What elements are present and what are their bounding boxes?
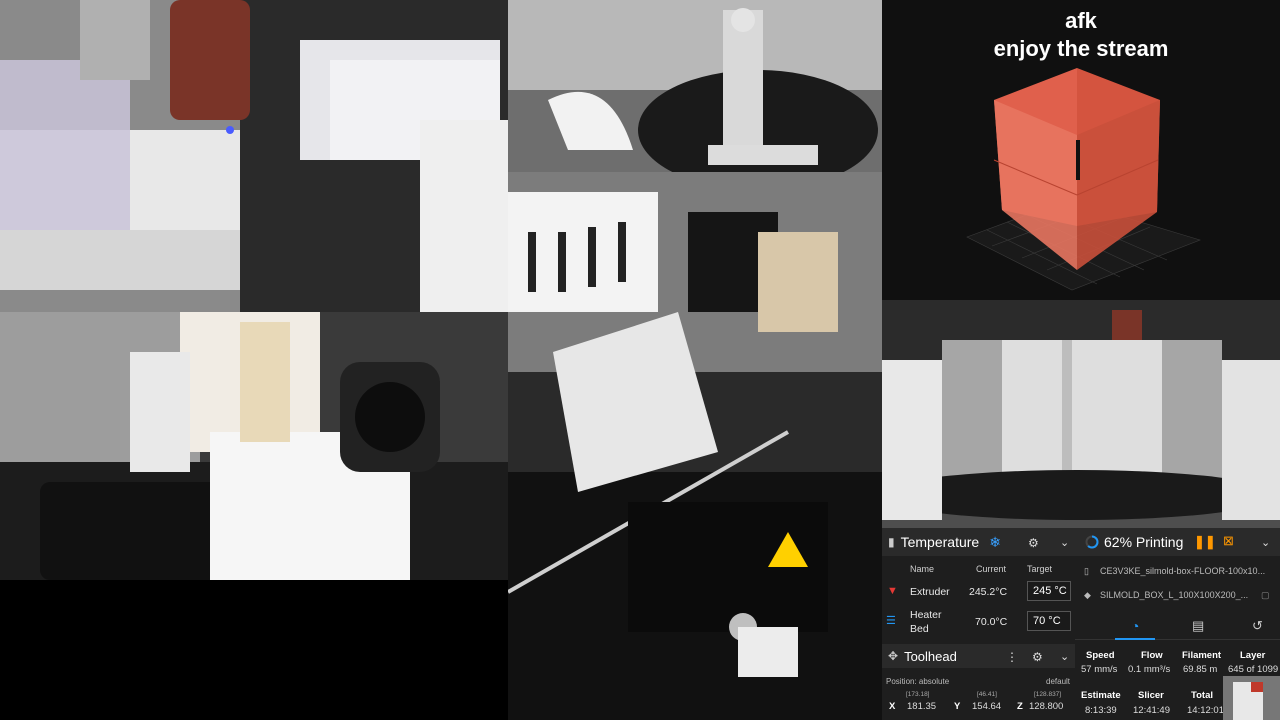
crosshair-icon: ✥ xyxy=(888,649,899,663)
progress-ring-icon xyxy=(1085,535,1099,549)
print-object: SILMOLD_BOX_L_100X100X200_... xyxy=(1100,590,1249,600)
heater-bed-target-input[interactable]: 70 °C xyxy=(1027,611,1071,631)
heater-bed-current: 70.0°C xyxy=(975,616,1008,628)
status-collapse-icon[interactable]: ⌄ xyxy=(1261,536,1270,549)
layer-value: 645 of 1099 xyxy=(1228,664,1279,675)
filament-label: Filament xyxy=(1182,650,1222,661)
tab-active-indicator xyxy=(1115,638,1155,640)
cooldown-icon[interactable]: ❄ xyxy=(989,534,1001,551)
status-panel: 62% Printing ❚❚ ⊠ ⌄ ▯ CE3V3KE_silmold-bo… xyxy=(1075,528,1280,720)
flow-label: Flow xyxy=(1141,650,1163,661)
object-icon: ◆ xyxy=(1084,590,1091,600)
heater-bed-label-1: Heater xyxy=(910,609,942,621)
extruder-current: 245.2°C xyxy=(969,586,1008,598)
col-name: Name xyxy=(910,564,935,574)
toolhead-settings-icon[interactable]: ⚙ xyxy=(1032,650,1043,664)
z-axis-label: Z xyxy=(1017,701,1023,712)
toolhead-collapse-icon[interactable]: ⌄ xyxy=(1060,650,1069,663)
col-current: Current xyxy=(976,564,1007,574)
z-position[interactable]: 128.800 xyxy=(1029,701,1063,712)
temperature-title: Temperature xyxy=(900,534,980,550)
position-mode: Position: absolute xyxy=(886,677,950,686)
col-target: Target xyxy=(1027,564,1053,574)
camera-feed-bed xyxy=(882,300,1280,528)
speed-value: 57 mm/s xyxy=(1081,664,1118,675)
afk-overlay: afk enjoy the stream xyxy=(882,0,1280,300)
filament-value: 69.85 m xyxy=(1183,664,1218,675)
tab-history-icon[interactable]: ↺ xyxy=(1252,618,1263,634)
toolhead-profile[interactable]: default xyxy=(1046,677,1070,686)
toolhead-panel: ✥ Toolhead ⋮ ⚙ ⌄ Position: absolute defa… xyxy=(882,644,1075,720)
toolhead-title: Toolhead xyxy=(904,648,957,664)
heater-bed-label-2: Bed xyxy=(910,623,929,635)
extruder-icon: ▼ xyxy=(887,585,898,597)
x-hint: [173.18] xyxy=(906,691,930,698)
camera-feed-nozzle xyxy=(0,0,508,312)
camera-feed-figure xyxy=(508,0,882,172)
speed-label: Speed xyxy=(1086,650,1115,661)
heater-bed-icon: ☰ xyxy=(886,615,896,627)
status-header: 62% Printing ❚❚ ⊠ ⌄ xyxy=(1075,528,1280,556)
y-position[interactable]: 154.64 xyxy=(972,701,1001,712)
total-label: Total xyxy=(1191,690,1213,701)
estimate-value: 8:13:39 xyxy=(1085,705,1117,716)
temperature-header: ▮ Temperature ❄ ⚙ ⌄ xyxy=(882,528,1075,556)
print-file: CE3V3KE_silmold-box-FLOOR-100x10... xyxy=(1100,566,1266,576)
pause-icon[interactable]: ❚❚ xyxy=(1194,534,1216,550)
layer-label: Layer xyxy=(1240,650,1266,661)
temperature-settings-icon[interactable]: ⚙ xyxy=(1028,536,1039,550)
temperature-panel: ▮ Temperature ❄ ⚙ ⌄ Name Current Target … xyxy=(882,528,1075,644)
mini-camera-thumbnail xyxy=(1223,676,1280,720)
estimate-label: Estimate xyxy=(1081,690,1121,701)
thermometer-icon: ▮ xyxy=(888,535,895,549)
slicer-label: Slicer xyxy=(1138,690,1164,701)
extruder-label: Extruder xyxy=(910,586,950,598)
y-hint: [46.41] xyxy=(977,691,997,698)
camera-feed-toolhead xyxy=(508,172,882,720)
status-title: 62% Printing xyxy=(1104,534,1184,550)
total-value: 14:12:01 xyxy=(1187,705,1224,716)
x-axis-label: X xyxy=(889,701,896,712)
object-link-icon[interactable]: ▢ xyxy=(1261,590,1270,601)
x-position[interactable]: 181.35 xyxy=(907,701,936,712)
z-hint: [128.837] xyxy=(1034,691,1062,698)
status-tabs: ◔ ▤ ↺ xyxy=(1075,614,1280,640)
flow-value: 0.1 mm³/s xyxy=(1128,664,1171,675)
camera-feed-shroud xyxy=(0,312,508,580)
extruder-target-input[interactable]: 245 °C xyxy=(1027,581,1071,601)
cancel-icon[interactable]: ⊠ xyxy=(1223,533,1234,549)
toolhead-header: ✥ Toolhead ⋮ ⚙ ⌄ xyxy=(882,644,1075,668)
model-preview xyxy=(966,68,1201,291)
file-icon: ▯ xyxy=(1084,566,1089,576)
tab-file-icon[interactable]: ▤ xyxy=(1192,618,1204,634)
tab-speedometer-icon[interactable]: ◔ xyxy=(1131,618,1139,634)
temperature-collapse-icon[interactable]: ⌄ xyxy=(1060,536,1069,549)
y-axis-label: Y xyxy=(954,701,961,712)
toolhead-menu-icon[interactable]: ⋮ xyxy=(1006,650,1018,664)
slicer-value: 12:41:49 xyxy=(1133,705,1170,716)
